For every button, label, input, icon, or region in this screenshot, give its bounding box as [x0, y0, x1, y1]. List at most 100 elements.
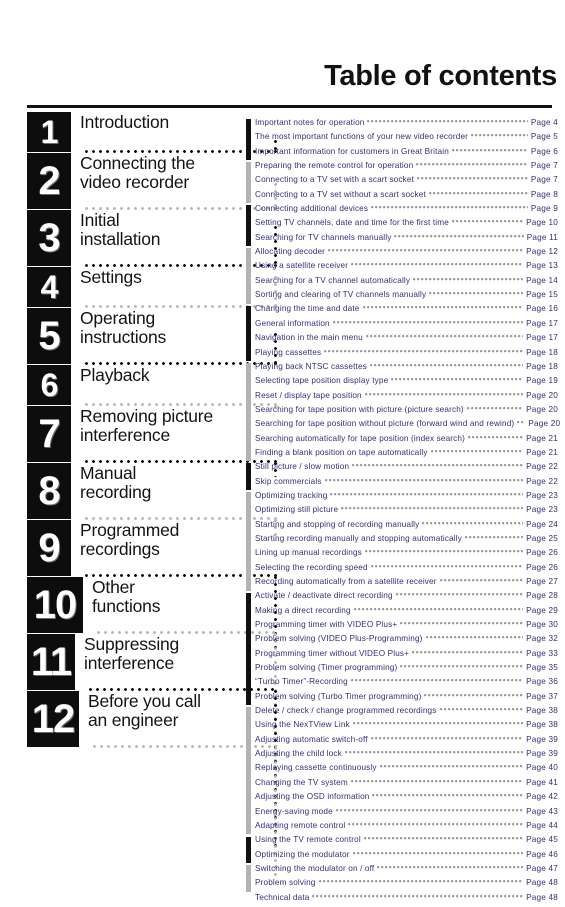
chapter-row[interactable]: 6 Playback — [27, 365, 277, 413]
toc-entry[interactable]: Starting and stopping of recording manua… — [246, 520, 558, 534]
toc-entry[interactable]: Adjusting the child lock Page 39 — [246, 749, 558, 763]
chapter-label: Settings — [80, 267, 142, 287]
toc-entry-title: Starting recording manually and stopping… — [255, 533, 462, 543]
toc-entry-title: Important notes for operation — [255, 118, 365, 127]
leader-dots — [451, 148, 528, 152]
toc-entry[interactable]: Still picture / slow motion Page 22 — [246, 462, 558, 476]
toc-entry[interactable]: Setting TV channels, date and time for t… — [246, 218, 558, 232]
toc-entry[interactable]: Switching the modulator on / off Page 47 — [246, 864, 558, 878]
toc-entry[interactable]: Searching for tape position with picture… — [246, 405, 558, 419]
toc-entry[interactable]: Problem solving (VIDEO Plus-Programming)… — [246, 634, 558, 648]
toc-entry[interactable]: Programming timer without VIDEO Plus+ Pag… — [246, 649, 558, 663]
toc-entry[interactable]: Changing the time and date Page 16 — [246, 304, 558, 318]
toc-entry[interactable]: Searching for a TV channel automatically… — [246, 276, 558, 290]
chapter-group-bar — [246, 865, 251, 892]
toc-entry[interactable]: Programming timer with VIDEO Plus+ Page 3… — [246, 620, 558, 634]
toc-entry[interactable]: Important information for customers in G… — [246, 147, 558, 161]
chapter-row[interactable]: 1 Introduction — [27, 112, 277, 153]
chapter-row[interactable]: 7 Removing picture interference — [27, 406, 277, 477]
toc-entry[interactable]: Adapting remote control Page 44 — [246, 821, 558, 835]
toc-entry-page: Page 36 — [526, 677, 558, 687]
toc-entry[interactable]: Sorting and clearing of TV channels manu… — [246, 290, 558, 304]
toc-entry[interactable]: Important notes for operation Page 4 — [246, 118, 558, 132]
chapter-number: 1 — [27, 112, 71, 152]
toc-entry[interactable]: “Turbo Timer”-Recording Page 36 — [246, 677, 558, 691]
toc-entry-title: Navigation in the main menu — [255, 333, 363, 343]
leader-dots — [466, 406, 524, 410]
chapter-row[interactable]: 12 Before you call an engineer — [27, 691, 277, 879]
chapter-row[interactable]: 10 Other functions — [27, 577, 277, 771]
toc-entry-title: Playing back NTSC cassettes — [255, 361, 367, 371]
toc-entry[interactable]: Activate / deactivate direct recording Pa… — [246, 591, 558, 605]
toc-entry-page: Page 33 — [526, 648, 558, 658]
toc-entry[interactable]: Problem solving Page 48 — [246, 878, 558, 892]
toc-entry[interactable]: Making a direct recording Page 29 — [246, 606, 558, 620]
chapter-number: 9 — [27, 520, 71, 576]
toc-entry[interactable]: Reset / display tape position Page 20 — [246, 391, 558, 405]
chapter-row[interactable]: 4 Settings — [27, 267, 277, 308]
toc-entry[interactable]: Lining up manual recordings Page 26 — [246, 548, 558, 562]
toc-entry-title: Playing cassettes — [255, 347, 322, 357]
toc-entry-page: Page 30 — [526, 620, 558, 630]
leader-dots — [417, 177, 528, 181]
toc-entry[interactable]: Adjusting automatic switch-off Page 39 — [246, 735, 558, 749]
toc-entry-title: Connecting to a TV set with a scart sock… — [255, 175, 415, 185]
toc-entry[interactable]: Using the TV remote control Page 45 — [246, 835, 558, 849]
toc-entry[interactable]: Delete / check / change programmed recor… — [246, 706, 558, 720]
leader-dots — [394, 234, 524, 238]
toc-entry[interactable]: Starting recording manually and stopping… — [246, 534, 558, 548]
toc-entry[interactable]: Connecting to a TV set without a scart s… — [246, 190, 558, 204]
chapter-row[interactable]: 3 Initial installation — [27, 210, 277, 267]
toc-entry[interactable]: Allocating decoder Page 12 — [246, 247, 558, 261]
toc-entry-title: Searching for TV channels manually — [255, 232, 392, 242]
chapter-row[interactable]: 2 Connecting the video recorder — [27, 153, 277, 210]
chapter-row[interactable]: 5 Operating instructions — [27, 308, 277, 365]
toc-entry[interactable]: Problem solving (Turbo Timer programming… — [246, 692, 558, 706]
toc-entry[interactable]: Optimizing tracking Page 23 — [246, 491, 558, 505]
toc-entry[interactable]: Adjusting the OSD information Page 42 — [246, 792, 558, 806]
toc-entry[interactable]: Selecting tape position display type Page… — [246, 376, 558, 390]
chapter-group-bar — [246, 119, 251, 161]
toc-entry[interactable]: Connecting to a TV set with a scart sock… — [246, 175, 558, 189]
toc-entry[interactable]: Searching automatically for tape positio… — [246, 434, 558, 448]
toc-entry[interactable]: The most important functions of your new… — [246, 132, 558, 146]
toc-entry[interactable]: Finding a blank position on tape automat… — [246, 448, 558, 462]
toc-entry[interactable]: Optimizing the modulator Page 46 — [246, 850, 558, 864]
toc-entry[interactable]: Using a satellite receiver Page 13 — [246, 261, 558, 275]
toc-entry-title: Selecting tape position display type — [255, 376, 389, 386]
chapter-row[interactable]: 11 Suppressing interference — [27, 634, 277, 850]
toc-entry[interactable]: Optimizing still picture Page 23 — [246, 505, 558, 519]
toc-entry[interactable]: Skip commercials Page 22 — [246, 477, 558, 491]
chapter-row[interactable]: 9 Programmed recordings — [27, 520, 277, 649]
toc-entry[interactable]: Searching for tape position without pict… — [246, 419, 560, 433]
chapter-row[interactable]: 8 Manual recording — [27, 463, 277, 542]
toc-entry[interactable]: Playing back NTSC cassettes Page 18 — [246, 362, 558, 376]
toc-entry[interactable]: Technical data Page 48 — [246, 893, 558, 907]
toc-entry[interactable]: Energy-saving mode Page 43 — [246, 807, 558, 821]
toc-entry-page: Page 39 — [526, 749, 558, 759]
toc-entry[interactable]: Changing the TV system Page 41 — [246, 778, 558, 792]
leader-dots — [352, 464, 524, 468]
toc-entry[interactable]: Navigation in the main menu Page 17 — [246, 333, 558, 347]
toc-entry-page: Page 9 — [530, 204, 558, 214]
toc-entry[interactable]: General information Page 17 — [246, 319, 558, 333]
toc-entry[interactable]: Using the NexTView Link Page 38 — [246, 720, 558, 734]
toc-entry-page: Page 48 — [526, 878, 558, 888]
leader-dots — [369, 363, 524, 367]
toc-entry-title: Programming timer with VIDEO Plus+ — [255, 620, 398, 630]
toc-entry-page: Page 23 — [526, 490, 558, 500]
toc-entry[interactable]: Problem solving (Timer programming) Page … — [246, 663, 558, 677]
leader-dots — [412, 650, 524, 654]
toc-entry[interactable]: Preparing the remote control for operati… — [246, 161, 558, 175]
toc-entry[interactable]: Recording automatically from a satellite… — [246, 577, 558, 591]
toc-entry[interactable]: Searching for TV channels manually Page 1… — [246, 233, 558, 247]
toc-entry[interactable]: Playing cassettes Page 18 — [246, 348, 558, 362]
chapter-number: 6 — [27, 365, 71, 405]
toc-entry-page: Page 11 — [526, 232, 558, 242]
toc-entry-title: Programming timer without VIDEO Plus+ — [255, 648, 410, 658]
toc-entry[interactable]: Selecting the recording speed Page 26 — [246, 563, 558, 577]
toc-entry[interactable]: Connecting additional devices Page 9 — [246, 204, 558, 218]
toc-entry[interactable]: Replaying cassette continuously Page 40 — [246, 763, 558, 777]
leader-dots — [344, 751, 524, 755]
chapter-group-bar — [246, 305, 251, 361]
